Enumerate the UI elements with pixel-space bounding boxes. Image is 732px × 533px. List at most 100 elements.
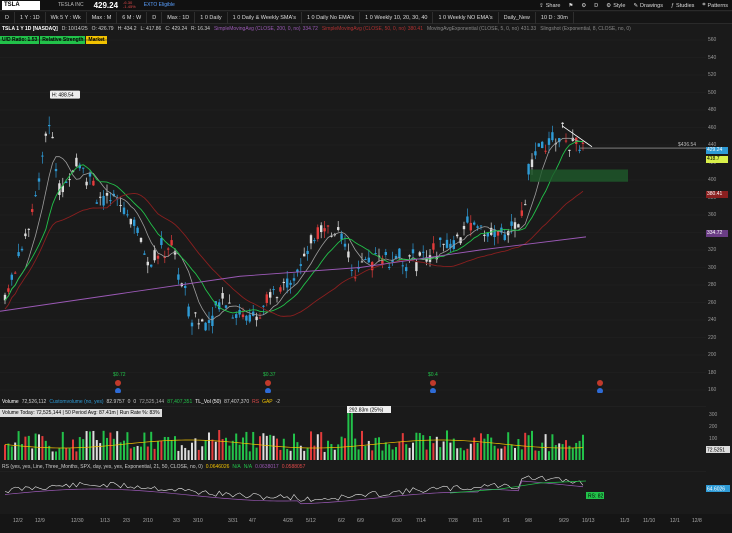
volume-bar (102, 430, 105, 460)
symbol-input[interactable]: TSLA (2, 0, 40, 10)
volume-bar (558, 443, 561, 460)
volume-bar (187, 450, 190, 460)
volume-bar (571, 447, 574, 460)
volume-bar (214, 441, 217, 460)
slingshot-label[interactable]: Slingshot (Exponential, 8, CLOSE, no, 0) (540, 26, 631, 32)
candle-body (513, 222, 517, 229)
volume-bar (160, 441, 163, 460)
volume-bar (238, 444, 241, 460)
volume-chart[interactable]: 292.83m (25%)3002001005072.5251 (0, 406, 732, 462)
set-daily-new[interactable]: Daily_New (499, 11, 536, 24)
set-10-weekly-10-20-30-40[interactable]: 1 0 Weekly 10, 20, 30, 40 (360, 11, 434, 24)
price-axis-label: 220 (708, 334, 717, 341)
sma200-label[interactable]: SimpleMovingAvg (CLOSE, 200, 0, no) (214, 26, 301, 32)
volume-bar (374, 437, 377, 460)
volume-bar (133, 446, 136, 460)
candle-body (479, 225, 483, 227)
volume-bar (554, 445, 557, 460)
candle-body (442, 243, 445, 245)
volume-bar (473, 437, 476, 460)
rs-study-label[interactable]: RS (yes, yes, Line, Three_Months, SPX, d… (2, 464, 203, 470)
share-button[interactable]: ⇪ Share (539, 3, 560, 9)
tf-max-m[interactable]: Max : M (87, 11, 118, 24)
set-10-daily[interactable]: 1 0 Daily (195, 11, 228, 24)
candle-body (316, 227, 319, 239)
high-label: H: 488.54 (52, 93, 74, 99)
rs-chart[interactable]: RS: 82 64.6026 (0, 471, 732, 514)
candle-body (272, 289, 275, 291)
patterns-button[interactable]: ⌗ Patterns (702, 2, 728, 9)
volume-bar (357, 449, 360, 460)
customvolume-label[interactable]: Customvolume (no, yes) (49, 399, 103, 405)
tf-1y-1d[interactable]: 1 Y : 1D (15, 11, 46, 24)
tf-wk-5y[interactable]: Wk 5 Y : Wk (46, 11, 87, 24)
candle-body (432, 243, 435, 250)
tf-d[interactable]: D (0, 11, 15, 24)
set-10-daily-no-ema[interactable]: 1 0 Daily No EMA's (302, 11, 361, 24)
d-button[interactable]: D (594, 3, 598, 9)
price-axis-label: 260 (708, 299, 717, 306)
candle-body (51, 136, 54, 139)
volume-bar (371, 450, 374, 460)
volume-bar (391, 449, 394, 460)
volume-bar (231, 440, 234, 460)
volume-bar (78, 437, 81, 460)
volume-bar (276, 438, 278, 460)
dividend-label: $0.72 (113, 372, 126, 378)
candle-body (20, 248, 24, 251)
studies-label: Studies (676, 2, 695, 9)
customvolume-zero2: 0 (133, 399, 137, 405)
ohlc-open: O: 426.79 (91, 26, 114, 32)
date-axis[interactable]: 12/2 12/9 12/30 1/13 2/3 2/10 3/3 3/10 3/31 4/7 4/… (0, 514, 732, 533)
price-axis-label: 480 (708, 107, 717, 113)
candle-body (354, 277, 357, 279)
drawings-button[interactable]: ✎ Drawings (633, 3, 663, 9)
date-axis-label: 4/28 (283, 518, 293, 524)
rs-value-2: 0.0638017 (255, 464, 279, 470)
candle-body (190, 322, 194, 327)
volume-bar (303, 450, 306, 460)
ohlc-high: H: 434.2 (117, 26, 137, 32)
candle-body (204, 322, 207, 331)
price-axis-label: 400 (708, 177, 717, 183)
set-10-daily-weekly-sma[interactable]: 1 0 Daily & Weekly SMA's (228, 11, 302, 24)
volume-bar (31, 448, 34, 460)
candle-body (347, 251, 350, 258)
candle-body (581, 142, 585, 144)
studies-button[interactable]: ƒ Studies (671, 3, 694, 9)
settings-button[interactable]: ⚙ (581, 3, 586, 9)
date-axis-label: 12/2 (13, 518, 23, 524)
style-button[interactable]: ⚙ Style (606, 3, 625, 9)
volume-bar (405, 444, 408, 460)
volume-bar (4, 444, 6, 460)
volume-bar (208, 432, 210, 460)
tf-d2[interactable]: D (147, 11, 163, 24)
tf-max-1d[interactable]: Max : 1D (162, 11, 196, 24)
tf-6m-w[interactable]: 6 M : W (117, 11, 148, 24)
volume-bar (289, 450, 292, 460)
event-icon (115, 380, 121, 386)
exto-eligible[interactable]: EXTO Eligible (144, 2, 175, 8)
tl-vol-label[interactable]: TL_Vol (50) (195, 399, 221, 405)
candle-body (578, 149, 581, 151)
ema-label[interactable]: MovingAvgExponential (CLOSE, 5, 0, no) (427, 26, 519, 32)
volume-bar (323, 451, 326, 460)
candle-body (418, 252, 421, 256)
volume-bar (119, 442, 122, 460)
set-10-weekly-no-ema[interactable]: 1 0 Weekly NO EMA's (433, 11, 499, 24)
volume-bar (364, 445, 367, 460)
price-axis[interactable]: 5605405205004804604404204003803603403203… (706, 33, 732, 393)
price-axis-label: 540 (708, 54, 717, 61)
price-axis-label: 360 (708, 212, 717, 218)
volume-bar (384, 442, 387, 460)
price-chart[interactable]: $436.54 H: 488.54 $0.72 $0.37 $0.4 (0, 33, 706, 393)
ema-value: 431.33 (520, 26, 537, 32)
sma50-label[interactable]: SimpleMovingAvg (CLOSE, 50, 0, no) (322, 26, 406, 32)
volume-bar (310, 431, 312, 460)
price-axis-label: 320 (708, 247, 717, 253)
volume-bar (520, 449, 523, 460)
set-10d-30m[interactable]: 10 D : 30m (536, 11, 574, 24)
candle-body (568, 149, 571, 151)
date-axis-label: 6/30 (392, 518, 402, 524)
flag-button[interactable]: ⚑ (568, 3, 573, 9)
